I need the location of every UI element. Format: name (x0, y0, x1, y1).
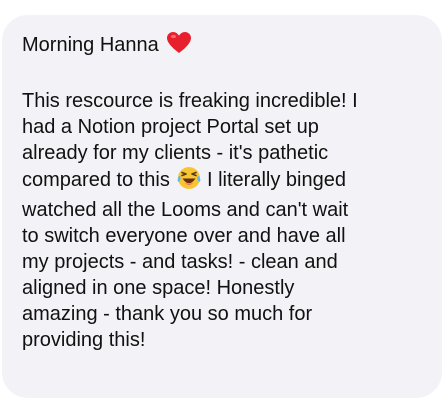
message-line: watched all the Looms and can't wait (22, 199, 349, 221)
red-heart-icon (166, 31, 192, 62)
message-line: to switch everyone over and have all (22, 225, 346, 247)
message-line: amazing - thank you so much for (22, 303, 313, 325)
greeting-text: Morning Hanna (22, 34, 159, 56)
message-line: already for my clients - it's pathetic (22, 142, 329, 164)
message-body: This rescource is freaking incredible! I… (22, 88, 432, 353)
message-line: had a Notion project Portal set up (22, 116, 319, 138)
message-line: This rescource is freaking incredible! I (22, 90, 358, 112)
message-line-segment: I literally binged (206, 169, 346, 191)
message-bubble[interactable]: Morning Hanna This rescource is freaking… (2, 15, 442, 398)
greeting-line: Morning Hanna (22, 31, 426, 62)
message-line-segment: compared to this (22, 169, 170, 191)
message-line: aligned in one space! Honestly (22, 277, 295, 299)
message-line: providing this! (22, 329, 146, 351)
laughing-tears-icon (177, 166, 201, 197)
message-line-with-emoji: compared to this I literally binged (22, 166, 432, 197)
message-line: my projects - and tasks! - clean and (22, 251, 338, 273)
